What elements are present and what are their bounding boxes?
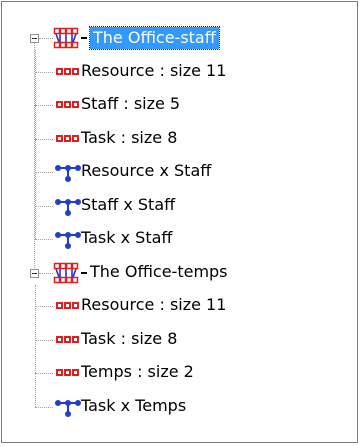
tree-item-label[interactable]: Task : size 8 <box>81 128 177 148</box>
collapse-toggle[interactable] <box>30 268 39 278</box>
separator-dash <box>81 37 87 39</box>
node-set-icon <box>56 302 79 309</box>
network-group-label[interactable]: The Office-staff <box>89 26 220 50</box>
node-set-icon <box>56 67 79 75</box>
tree-connector <box>35 205 53 207</box>
separator-dash <box>81 271 87 274</box>
tree-branch-line <box>35 284 36 407</box>
node-set-icon <box>56 134 79 142</box>
tree-item-label[interactable]: Staff : size 5 <box>81 94 180 114</box>
tree-connector <box>35 239 53 240</box>
tree-item-label[interactable]: Task : size 8 <box>81 329 177 349</box>
relation-icon <box>55 165 81 182</box>
tree-connector <box>35 138 53 140</box>
node-set-icon <box>56 101 79 108</box>
tree-connector <box>35 306 53 307</box>
node-set-icon <box>56 335 79 343</box>
tree-connector <box>35 105 53 106</box>
tree-item-label[interactable]: Resource : size 11 <box>81 61 226 81</box>
tree-connector <box>35 406 53 408</box>
tree-connector <box>35 71 53 73</box>
tree-connector <box>39 38 53 39</box>
relation-icon <box>55 232 81 249</box>
tree-connector <box>35 172 53 173</box>
tree-item-label[interactable]: Task x Staff <box>81 228 172 248</box>
node-set-icon <box>56 369 79 376</box>
tree-connector <box>35 373 53 374</box>
tree-item-label[interactable]: Resource x Staff <box>81 161 211 181</box>
tree-item-label[interactable]: Temps : size 2 <box>81 362 194 382</box>
network-graph-icon <box>53 27 79 49</box>
network-group-label[interactable]: The Office-temps <box>90 262 228 282</box>
tree-connector <box>39 272 53 274</box>
collapse-toggle[interactable] <box>30 34 39 43</box>
network-graph-icon <box>53 262 79 283</box>
tree-panel: The Office-staff Resource : size 11 Staff … <box>1 1 358 443</box>
tree-item-label[interactable]: Resource : size 11 <box>81 295 226 315</box>
tree-item-label[interactable]: Task x Temps <box>81 396 186 416</box>
tree-branch-line <box>35 50 36 239</box>
tree-view: The Office-staff Resource : size 11 Staff … <box>2 2 357 442</box>
relation-icon <box>55 399 81 417</box>
relation-icon <box>55 198 81 216</box>
tree-connector <box>35 339 53 341</box>
tree-item-label[interactable]: Staff x Staff <box>81 195 175 215</box>
